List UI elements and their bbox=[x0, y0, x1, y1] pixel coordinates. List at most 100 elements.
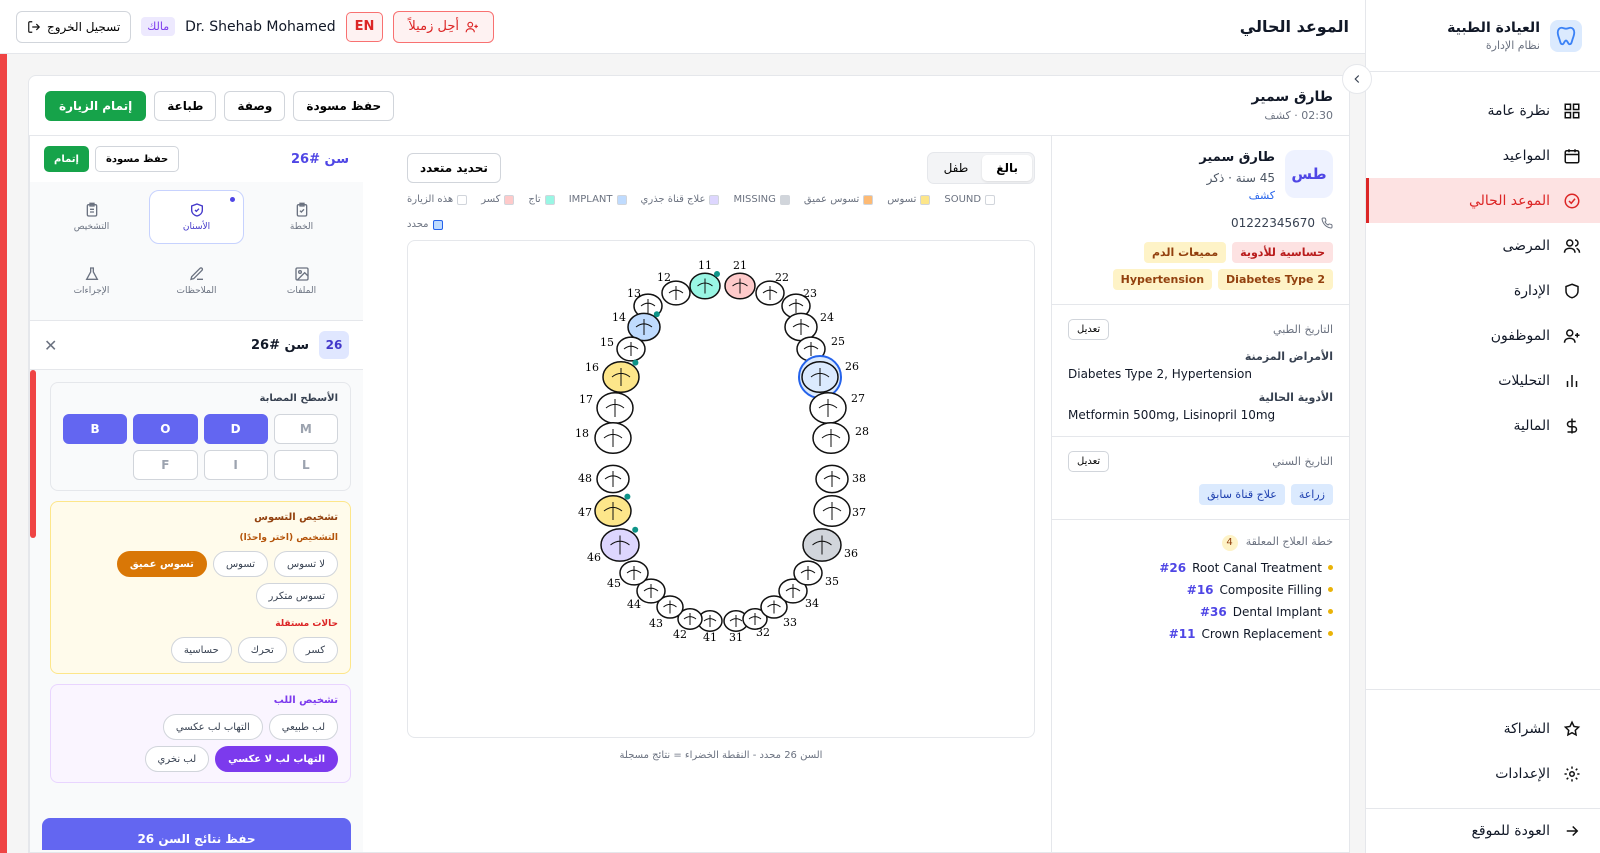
tab-notes[interactable]: الملاحظات bbox=[149, 254, 244, 308]
logout-icon bbox=[28, 20, 41, 33]
tooth-36[interactable] bbox=[802, 528, 842, 562]
tooth-15[interactable] bbox=[616, 336, 646, 362]
adult-toggle[interactable]: بالغ bbox=[982, 155, 1032, 181]
surface-i-button[interactable]: I bbox=[203, 450, 268, 480]
list-item[interactable]: #36 Dental Implant bbox=[1068, 605, 1333, 619]
nav-item-analytics[interactable]: التحليلات bbox=[1366, 358, 1600, 403]
nav-item-staff[interactable]: الموظفون bbox=[1366, 313, 1600, 358]
list-item[interactable]: #11 Crown Replacement bbox=[1068, 627, 1333, 641]
surface-o-button[interactable]: O bbox=[133, 414, 198, 444]
scrollbar[interactable] bbox=[30, 370, 36, 538]
close-icon[interactable]: ✕ bbox=[44, 336, 57, 355]
pulp-option[interactable]: لب نخري bbox=[144, 746, 210, 772]
pulp-title: تشخيص اللب bbox=[273, 695, 338, 706]
caries-option[interactable]: تسوس متكرر bbox=[255, 583, 338, 609]
surface-b-button[interactable]: B bbox=[63, 414, 128, 444]
legend-item: تسوس عميق bbox=[803, 194, 874, 205]
tooth-16[interactable] bbox=[602, 359, 640, 394]
list-item[interactable]: #16 Composite Filling bbox=[1068, 583, 1333, 597]
list-item[interactable]: #26 Root Canal Treatment bbox=[1068, 561, 1333, 575]
tab-procedures[interactable]: الإجراءات bbox=[44, 254, 139, 308]
nav-item-appointments[interactable]: المواعيد bbox=[1366, 133, 1600, 178]
tooth-26[interactable] bbox=[798, 355, 842, 399]
tooth-45[interactable] bbox=[619, 560, 649, 586]
tooth-38[interactable] bbox=[815, 464, 849, 494]
child-toggle[interactable]: طفل bbox=[930, 155, 983, 181]
tooth-22[interactable] bbox=[755, 280, 785, 306]
tooth-number: 37 bbox=[852, 506, 866, 519]
refer-colleague-button[interactable]: أحِل زميلاً bbox=[393, 10, 494, 43]
logout-button[interactable]: تسجيل الخروج bbox=[16, 10, 132, 43]
chronic-value: Diabetes Type 2, Hypertension bbox=[1068, 367, 1253, 381]
print-button[interactable]: طباعة bbox=[154, 90, 217, 121]
nav-item-back-to-site[interactable]: العودة للموقع bbox=[1366, 808, 1600, 853]
nav-item-settings[interactable]: الإعدادات bbox=[1366, 751, 1600, 796]
plan-list: #26 Root Canal Treatment #16 Composite Fil… bbox=[1068, 561, 1333, 641]
tooth-11[interactable] bbox=[689, 271, 721, 300]
pulp-option[interactable]: التهاب لب عكسي bbox=[162, 714, 263, 740]
surface-l-button[interactable]: L bbox=[273, 450, 338, 480]
patient-phone[interactable]: 01222345670 bbox=[1068, 216, 1333, 230]
recorded-dot bbox=[632, 526, 639, 533]
nav-label: المرضى bbox=[1502, 237, 1550, 254]
calendar-icon bbox=[1562, 146, 1582, 166]
sidebar-collapse-button[interactable] bbox=[1342, 64, 1372, 94]
save-draft-button[interactable]: حفظ مسودة bbox=[293, 90, 395, 121]
nav-item-finance[interactable]: المالية bbox=[1366, 403, 1600, 448]
selected-tooth-bar: 26 سن #26 ✕ bbox=[30, 320, 363, 370]
bar-chart-icon bbox=[1562, 371, 1582, 391]
nav-item-admin[interactable]: الإدارة bbox=[1366, 268, 1600, 313]
legend-item: تاج bbox=[528, 194, 555, 205]
surface-f-button[interactable]: F bbox=[133, 450, 198, 480]
tooth-17[interactable] bbox=[596, 391, 634, 425]
legend-swatch bbox=[920, 194, 931, 205]
nav-label: نظرة عامة bbox=[1487, 102, 1550, 119]
pulp-option[interactable]: لب طبيعي bbox=[268, 714, 338, 740]
nav-item-patients[interactable]: المرضى bbox=[1366, 223, 1600, 268]
multi-select-button[interactable]: تحديد متعدد bbox=[407, 153, 501, 183]
tooth-14[interactable] bbox=[627, 311, 661, 342]
legend-label: تسوس عميق bbox=[803, 194, 860, 205]
tooth-28[interactable] bbox=[812, 421, 850, 455]
save-tooth-results-button[interactable]: حفظ نتائج السن 26 bbox=[42, 818, 351, 850]
complete-visit-button[interactable]: إتمام الزيارة bbox=[45, 90, 147, 121]
independent-option[interactable]: تحرك bbox=[237, 637, 287, 663]
nav-item-overview[interactable]: نظرة عامة bbox=[1366, 88, 1600, 133]
tooth-number: 32 bbox=[756, 626, 770, 639]
pulp-option[interactable]: التهاب لب لا عكسي bbox=[215, 746, 338, 772]
tooth-number: 28 bbox=[855, 425, 869, 438]
tab-files[interactable]: الملفات bbox=[254, 254, 349, 308]
tooth-number: 24 bbox=[820, 311, 834, 324]
tab-label: الملفات bbox=[286, 286, 317, 296]
tooth-12[interactable] bbox=[661, 280, 691, 306]
independent-option[interactable]: كسر bbox=[292, 637, 338, 663]
tooth-save-draft-button[interactable]: حفظ مسودة bbox=[94, 146, 180, 172]
recorded-dot bbox=[624, 493, 631, 500]
tooth-46[interactable] bbox=[600, 526, 640, 562]
edit-dental-button[interactable]: تعديل bbox=[1068, 451, 1110, 472]
phone-number: 01222345670 bbox=[1231, 216, 1315, 230]
tooth-37[interactable] bbox=[813, 494, 851, 528]
tooth-27[interactable] bbox=[809, 391, 847, 425]
nav-item-current-appointment[interactable]: الموعد الحالي bbox=[1366, 178, 1600, 223]
tooth-18[interactable] bbox=[594, 421, 632, 455]
tooth-number: 17 bbox=[579, 393, 593, 406]
tooth-21[interactable] bbox=[724, 272, 756, 300]
tab-diagnosis[interactable]: التشخيص bbox=[44, 190, 139, 244]
language-toggle[interactable]: EN bbox=[345, 11, 384, 42]
tooth-complete-button[interactable]: إتمام bbox=[44, 146, 89, 172]
surface-m-button[interactable]: M bbox=[273, 414, 338, 444]
prescription-button[interactable]: وصفة bbox=[224, 90, 286, 121]
tooth-47[interactable] bbox=[594, 493, 632, 528]
tooth-48[interactable] bbox=[596, 464, 630, 494]
tab-plan[interactable]: الخطة bbox=[254, 190, 349, 244]
edit-medical-button[interactable]: تعديل bbox=[1068, 319, 1110, 340]
nav-item-partnership[interactable]: الشراكة bbox=[1366, 706, 1600, 751]
tab-teeth[interactable]: الأسنان bbox=[149, 190, 244, 244]
tooth-35[interactable] bbox=[793, 560, 823, 586]
surface-d-button[interactable]: D bbox=[203, 414, 268, 444]
caries-option[interactable]: تسوس عميق bbox=[116, 551, 207, 577]
independent-option[interactable]: حساسية bbox=[170, 637, 232, 663]
caries-option[interactable]: تسوس bbox=[212, 551, 269, 577]
caries-option[interactable]: لا تسوس bbox=[274, 551, 338, 577]
